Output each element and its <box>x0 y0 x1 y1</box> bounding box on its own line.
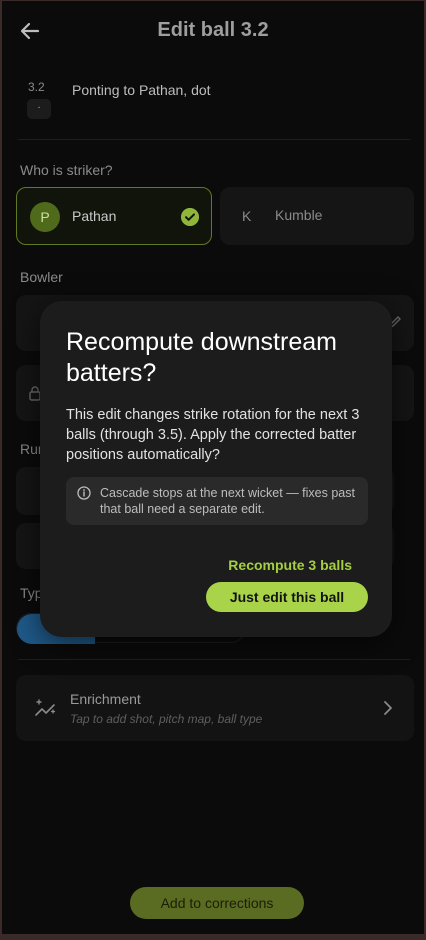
add-to-corrections-button[interactable]: Add to corrections <box>130 887 304 919</box>
header: Edit ball 3.2 <box>2 1 424 61</box>
ball-number: 3.2 <box>28 80 45 94</box>
page-title: Edit ball 3.2 <box>157 19 269 41</box>
ball-description: Ponting to Pathan, dot <box>72 82 211 98</box>
chevron-right-icon <box>384 701 392 715</box>
striker-label: Who is striker? <box>20 162 113 178</box>
enrichment-subtitle: Tap to add shot, pitch map, ball type <box>70 712 263 726</box>
divider <box>18 659 410 660</box>
enrichment-title: Enrichment <box>70 691 141 707</box>
edit-ball-screen: Edit ball 3.2 3.2 · Ponting to Pathan, d… <box>2 1 424 934</box>
enrichment-sparkle-icon <box>35 699 56 716</box>
ball-outcome-marker: · <box>27 99 51 119</box>
striker-option-pathan[interactable]: P Pathan <box>16 187 212 245</box>
bowler-label: Bowler <box>20 269 63 285</box>
enrichment-row[interactable]: Enrichment Tap to add shot, pitch map, b… <box>16 675 414 741</box>
dialog-note: Cascade stops at the next wicket — fixes… <box>66 477 368 525</box>
avatar: K <box>242 208 252 224</box>
just-edit-button[interactable]: Just edit this ball <box>206 582 368 612</box>
dialog-note-text: Cascade stops at the next wicket — fixes… <box>100 486 355 516</box>
info-icon <box>77 486 91 500</box>
striker-name: Kumble <box>275 207 323 223</box>
dialog-body: This edit changes strike rotation for th… <box>66 407 360 463</box>
dialog-title: Recompute downstream batters? <box>66 328 337 387</box>
ball-summary: 3.2 · Ponting to Pathan, dot <box>24 77 404 127</box>
device-bottom-bar <box>0 934 426 940</box>
striker-option-kumble[interactable]: K Kumble <box>220 187 414 245</box>
divider <box>18 139 410 140</box>
avatar: P <box>30 202 60 232</box>
recompute-dialog: Recompute downstream batters? This edit … <box>40 301 392 637</box>
striker-name: Pathan <box>72 208 117 224</box>
check-circle-icon <box>181 208 199 226</box>
recompute-button[interactable]: Recompute 3 balls <box>228 557 352 573</box>
